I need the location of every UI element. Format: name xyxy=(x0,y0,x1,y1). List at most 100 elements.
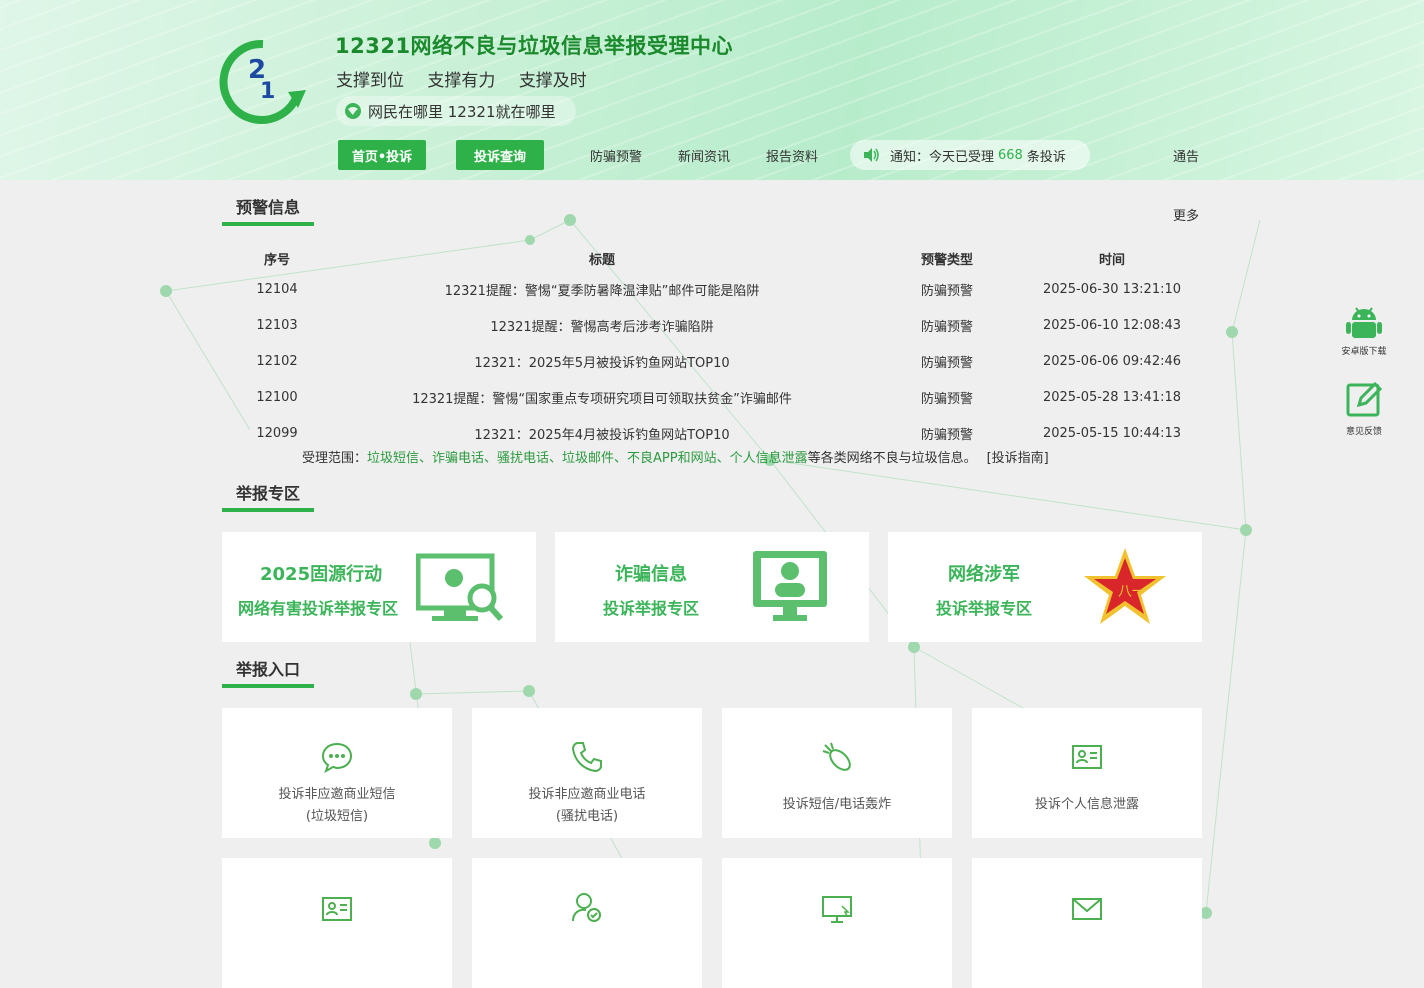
feedback-label: 意见反馈 xyxy=(1345,427,1382,437)
table-row[interactable]: 12100 12321提醒：警惕“国家重点专项研究项目可领取扶贫金”诈骗邮件 防… xyxy=(222,379,1202,415)
user-check-icon xyxy=(572,893,601,922)
monitor-skull-search-icon xyxy=(416,553,504,622)
notice-suffix: 条投诉 xyxy=(1026,149,1066,165)
notice-box: 通知：今天已受理 668 条投诉 xyxy=(850,140,1090,170)
zones-section-title: 举报专区 xyxy=(222,480,314,512)
cell-id: 12099 xyxy=(256,425,298,441)
main-nav: 首页•投诉 投诉查询 防骗预警 新闻资讯 报告资料 通知：今天已受理 668 条… xyxy=(0,140,1424,170)
svg-text:1: 1 xyxy=(260,79,275,104)
slogan: 支撑到位 xyxy=(336,71,404,91)
speaker-icon xyxy=(864,148,879,162)
cell-title[interactable]: 12321提醒：警惕高考后涉考诈骗陷阱 xyxy=(332,307,872,343)
zone-card-fraud[interactable]: 诈骗信息 投诉举报专区 xyxy=(555,532,869,642)
zone-card-line2: 投诉举报专区 xyxy=(936,599,1033,618)
cell-type: 防骗预警 xyxy=(920,319,973,335)
entry-row2-4[interactable] xyxy=(972,858,1202,988)
nav-link-fraud-warning[interactable]: 防骗预警 xyxy=(590,146,642,165)
table-row[interactable]: 12104 12321提醒：警惕“夏季防暑降温津贴”邮件可能是陷阱 防骗预警 2… xyxy=(222,271,1202,307)
cell-id: 12102 xyxy=(256,353,298,369)
scope-items: 垃圾短信、诈骗电话、骚扰电话、垃圾邮件、不良APP和网站、个人信息泄露 xyxy=(367,451,808,466)
cell-id: 12104 xyxy=(256,281,298,297)
cell-time: 2025-05-15 10:44:13 xyxy=(1042,425,1182,441)
table-row[interactable]: 12102 12321：2025年5月被投诉钓鱼网站TOP10 防骗预警 202… xyxy=(222,343,1202,379)
entry-line1: 投诉非应邀商业短信 xyxy=(278,787,396,802)
entry-row2-3[interactable] xyxy=(722,858,952,988)
nav-home-button[interactable]: 首页•投诉 xyxy=(338,140,426,170)
entry-sms[interactable]: 投诉非应邀商业短信 (垃圾短信) xyxy=(222,708,452,838)
nav-link-news[interactable]: 新闻资讯 xyxy=(678,146,730,165)
column-header: 预警类型 xyxy=(920,252,973,268)
zone-card-guyuan[interactable]: 2025固源行动 网络有害投诉举报专区 xyxy=(222,532,536,642)
entry-phone[interactable]: 投诉非应邀商业电话 (骚扰电话) xyxy=(472,708,702,838)
zone-card-line2: 投诉举报专区 xyxy=(603,599,700,618)
zone-card-military[interactable]: 网络涉军 投诉举报专区 八一 xyxy=(888,532,1202,642)
site-header: 2 1 12321网络不良与垃圾信息举报受理中心 支撑到位 支撑有力 支撑及时 … xyxy=(0,0,1424,180)
entry-line1: 投诉非应邀商业电话 xyxy=(528,787,646,802)
entry-line2: (垃圾短信) xyxy=(305,809,369,824)
cell-type: 防骗预警 xyxy=(920,391,973,407)
cell-id: 12100 xyxy=(256,389,298,405)
entry-bombing[interactable]: 投诉短信/电话轰炸 xyxy=(722,708,952,838)
feedback[interactable]: 意见反馈 xyxy=(1336,380,1392,437)
cell-time: 2025-06-30 13:21:10 xyxy=(1042,281,1182,297)
globe-icon xyxy=(345,103,361,119)
motto-pill: 网民在哪里 12321就在哪里 xyxy=(336,96,576,126)
mail-icon xyxy=(1072,898,1102,920)
zone-card-line1: 网络涉军 xyxy=(948,564,1020,585)
notice-count: 668 xyxy=(998,147,1023,163)
android-label: 安卓版下载 xyxy=(1341,347,1387,357)
zone-card-line1: 2025固源行动 xyxy=(260,564,383,585)
monitor-icon xyxy=(822,896,852,923)
scope-prefix: 受理范围： xyxy=(302,451,368,466)
slogan: 支撑及时 xyxy=(518,71,587,91)
scope-suffix: 等各类网络不良与垃圾信息。 xyxy=(807,451,977,466)
nav-query-button[interactable]: 投诉查询 xyxy=(456,140,544,170)
cell-type: 防骗预警 xyxy=(920,427,973,443)
entry-line2: (骚扰电话) xyxy=(555,809,619,824)
android-download[interactable]: 安卓版下载 xyxy=(1336,302,1392,357)
android-icon xyxy=(1346,307,1382,338)
star-emblem-icon: 八一 xyxy=(1084,548,1166,624)
id-card-icon xyxy=(1072,745,1102,769)
more-link[interactable]: 更多 xyxy=(1173,205,1199,224)
table-row[interactable]: 12103 12321提醒：警惕高考后涉考诈骗陷阱 防骗预警 2025-06-1… xyxy=(222,307,1202,343)
column-header: 标题 xyxy=(588,252,615,268)
scope-text: 受理范围：垃圾短信、诈骗电话、骚扰电话、垃圾邮件、不良APP和网站、个人信息泄露… xyxy=(302,447,1049,466)
cell-title[interactable]: 12321：2025年4月被投诉钓鱼网站TOP10 xyxy=(332,415,872,451)
column-header: 时间 xyxy=(1098,252,1125,268)
cell-type: 防骗预警 xyxy=(920,283,973,299)
cell-time: 2025-05-28 13:41:18 xyxy=(1042,389,1182,405)
id-card-icon xyxy=(322,897,352,921)
zone-card-line1: 诈骗信息 xyxy=(615,564,687,585)
guide-link[interactable]: [投诉指南] xyxy=(987,451,1049,466)
logo-icon[interactable]: 2 1 xyxy=(218,36,308,126)
cell-title[interactable]: 12321：2025年5月被投诉钓鱼网站TOP10 xyxy=(332,343,872,379)
monitor-hacker-icon xyxy=(753,551,827,621)
table-header-row: 序号 标题 预警类型 时间 xyxy=(222,245,1202,271)
bomb-icon xyxy=(822,742,851,771)
entries-section-title: 举报入口 xyxy=(222,656,314,688)
entry-line1: 投诉个人信息泄露 xyxy=(1034,797,1139,812)
column-header: 序号 xyxy=(263,252,290,268)
cell-title[interactable]: 12321提醒：警惕“国家重点专项研究项目可领取扶贫金”诈骗邮件 xyxy=(332,379,872,415)
warning-section-title: 预警信息 xyxy=(222,194,314,226)
entry-privacy[interactable]: 投诉个人信息泄露 xyxy=(972,708,1202,838)
edit-icon xyxy=(1346,381,1383,417)
slogan: 支撑有力 xyxy=(427,71,496,91)
cell-title[interactable]: 12321提醒：警惕“夏季防暑降温津贴”邮件可能是陷阱 xyxy=(332,271,872,307)
entry-row2-2[interactable] xyxy=(472,858,702,988)
sms-icon xyxy=(321,742,353,774)
phone-icon xyxy=(571,742,602,773)
notice-prefix: 通知：今天已受理 xyxy=(890,149,995,165)
slogans: 支撑到位 支撑有力 支撑及时 xyxy=(336,66,605,91)
site-title: 12321网络不良与垃圾信息举报受理中心 xyxy=(335,34,734,58)
cell-time: 2025-06-06 09:42:46 xyxy=(1042,353,1182,369)
nav-link-announcement[interactable]: 通告 xyxy=(1173,146,1199,165)
cell-time: 2025-06-10 12:08:43 xyxy=(1042,317,1182,333)
motto-text: 网民在哪里 12321就在哪里 xyxy=(368,102,556,121)
cell-type: 防骗预警 xyxy=(920,355,973,371)
svg-text:八一: 八一 xyxy=(1118,584,1146,600)
table-row[interactable]: 12099 12321：2025年4月被投诉钓鱼网站TOP10 防骗预警 202… xyxy=(222,415,1202,451)
entry-row2-1[interactable] xyxy=(222,858,452,988)
nav-link-reports[interactable]: 报告资料 xyxy=(766,146,818,165)
